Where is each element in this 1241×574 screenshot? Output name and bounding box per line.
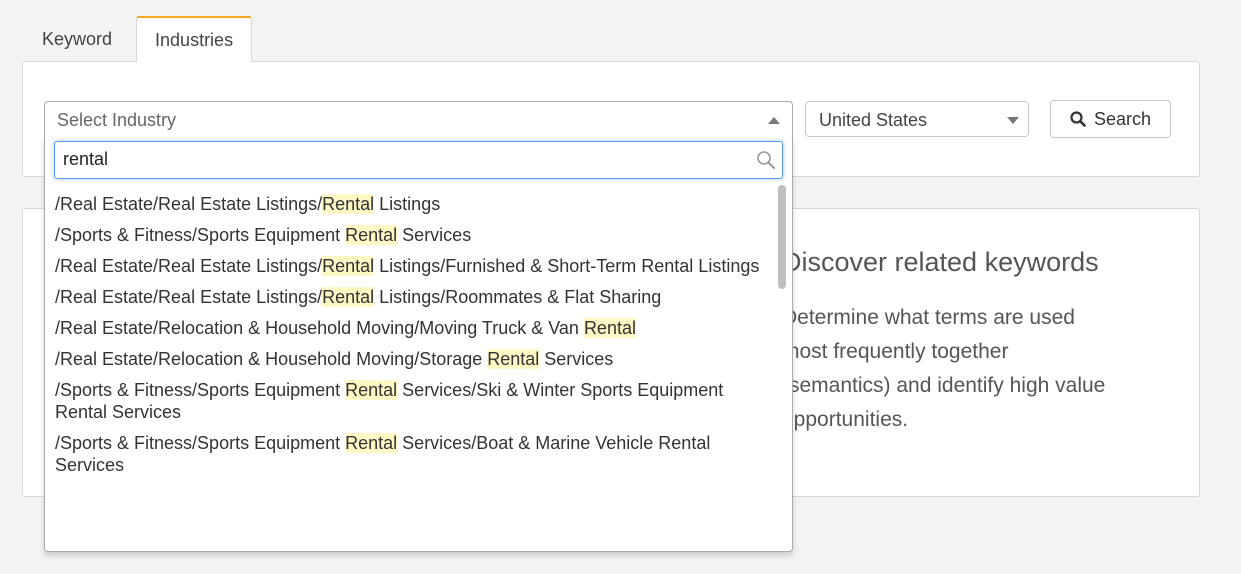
promo-text: Determine what terms are used most frequ…	[782, 306, 1106, 431]
industry-dropdown: /Real Estate/Real Estate Listings/Rental…	[44, 137, 793, 552]
option-item[interactable]: /Real Estate/Relocation & Household Movi…	[45, 344, 775, 375]
options-list: /Real Estate/Real Estate Listings/Rental…	[45, 189, 775, 481]
caret-up-icon	[768, 117, 780, 124]
search-button[interactable]: Search	[1050, 100, 1171, 138]
promo-title: Discover related keywords	[782, 247, 1099, 277]
option-item[interactable]: /Real Estate/Real Estate Listings/Rental…	[45, 282, 775, 313]
option-item[interactable]: /Real Estate/Real Estate Listings/Rental…	[45, 251, 775, 282]
option-item[interactable]: /Sports & Fitness/Sports Equipment Renta…	[45, 428, 775, 481]
option-item[interactable]: /Sports & Fitness/Sports Equipment Renta…	[45, 375, 775, 428]
dropdown-search-field[interactable]	[54, 141, 783, 179]
caret-down-icon	[1007, 117, 1019, 124]
country-select[interactable]: United States	[805, 101, 1029, 137]
industry-select[interactable]: Select Industry	[44, 101, 793, 137]
dropdown-search-input[interactable]	[63, 149, 743, 170]
tab-bar: Keyword Industries	[22, 16, 253, 62]
scrollbar-thumb[interactable]	[778, 185, 786, 289]
option-item[interactable]: /Sports & Fitness/Sports Equipment Renta…	[45, 220, 775, 251]
option-item[interactable]: /Real Estate/Real Estate Listings/Rental…	[45, 189, 775, 220]
tab-keyword[interactable]: Keyword	[22, 16, 132, 62]
industry-select-placeholder: Select Industry	[57, 110, 177, 130]
option-item[interactable]: /Real Estate/Relocation & Household Movi…	[45, 313, 775, 344]
search-icon	[1070, 111, 1086, 127]
country-select-value: United States	[819, 110, 928, 130]
tab-industries[interactable]: Industries	[136, 16, 253, 62]
search-button-label: Search	[1093, 108, 1152, 129]
dropdown-scrollbar[interactable]	[778, 185, 786, 547]
magnifier-icon	[757, 151, 775, 169]
